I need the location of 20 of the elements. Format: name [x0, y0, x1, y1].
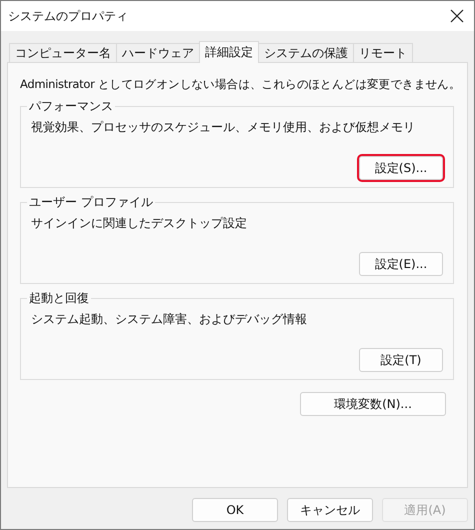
group-description: システム起動、システム障害、およびデバッグ情報: [31, 311, 308, 328]
tab[interactable]: システムの保護: [258, 43, 354, 62]
tab[interactable]: リモート: [353, 43, 413, 62]
group-title: パフォーマンス: [28, 98, 114, 115]
close-icon[interactable]: [450, 9, 464, 23]
environment-variables-button[interactable]: 環境変数(N)...: [300, 392, 446, 416]
group-title: 起動と回復: [28, 290, 90, 307]
notice-text: Administrator としてログオンしない場合は、これらのほとんどは変更できません。: [20, 77, 461, 92]
group-title: ユーザー プロファイル: [28, 194, 154, 211]
settings-button[interactable]: 設定(E)...: [359, 252, 443, 276]
group-description: 視覚効果、プロセッサのスケジュール、メモリ使用、および仮想メモリ: [31, 119, 416, 136]
tab[interactable]: ハードウェア: [116, 43, 200, 62]
tab[interactable]: 詳細設定: [199, 41, 259, 63]
window-title: システムのプロパティ: [8, 8, 128, 24]
settings-button[interactable]: 設定(T): [359, 348, 443, 372]
dialog-button[interactable]: キャンセル: [287, 498, 373, 522]
dialog-button[interactable]: OK: [192, 498, 278, 522]
group-description: サインインに関連したデスクトップ設定: [31, 215, 248, 232]
settings-button[interactable]: 設定(S)...: [359, 156, 443, 180]
tab[interactable]: コンピューター名: [9, 43, 117, 62]
